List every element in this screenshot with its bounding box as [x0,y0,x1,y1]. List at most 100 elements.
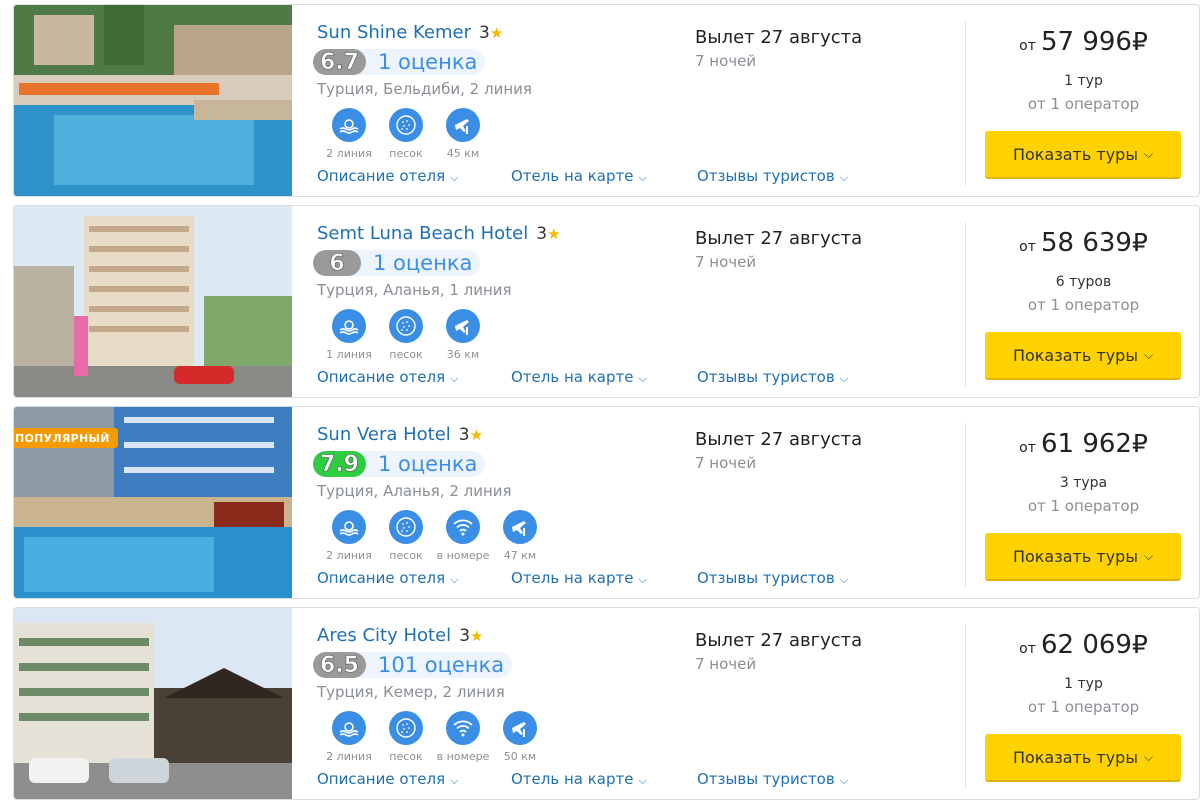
hotel-location: Турция, Аланья, 1 линия [317,281,512,299]
airport-distance-icon [503,510,537,544]
price-block: от 58 639₽ 6 туров от 1 оператор Показат… [965,222,1199,387]
amenity-label: 2 линия [326,147,372,160]
amenity-item: песок [378,108,434,160]
amenity-label: 47 км [503,549,537,562]
price: от 58 639₽ [1019,228,1148,258]
hotel-card: Semt Luna Beach Hotel 3★ 6 1 оценка Турци… [13,205,1200,398]
star-icon: ★ [470,627,484,645]
rating-pill[interactable]: 6.7 1 оценка [313,49,486,75]
amenity-label: в номере [436,549,490,562]
hotel-location: Турция, Бельдиби, 2 линия [317,80,532,98]
hotel-map-link[interactable]: Отель на карте ⌵ [511,368,647,386]
hotel-photo[interactable]: ПОПУЛЯРНЫЙ [14,407,292,598]
amenity-label: 45 км [446,147,480,160]
sand-icon [389,309,423,343]
chevron-down-icon: ⌵ [1143,749,1154,764]
beach-line-icon [332,309,366,343]
amenity-label: 36 км [446,348,480,361]
chevron-down-icon: ⌵ [1143,548,1154,563]
hotel-name[interactable]: Sun Shine Kemer 3★ [317,22,503,43]
nights-count: 7 ночей [695,253,757,271]
star-icon: ★ [547,225,561,243]
beach-line-icon [332,108,366,142]
chevron-down-icon: ⌵ [638,573,647,586]
price: от 57 996₽ [1019,27,1148,57]
show-tours-button[interactable]: Показать туры ⌵ [985,533,1181,581]
hotel-description-link[interactable]: Описание отеля ⌵ [317,167,458,185]
tourist-reviews-link[interactable]: Отзывы туристов ⌵ [697,167,848,185]
show-tours-button[interactable]: Показать туры ⌵ [985,131,1181,179]
chevron-down-icon: ⌵ [450,171,459,184]
price-block: от 61 962₽ 3 тура от 1 оператор Показать… [965,423,1199,588]
rating-pill[interactable]: 6 1 оценка [313,250,481,276]
show-tours-button[interactable]: Показать туры ⌵ [985,734,1181,782]
tourist-reviews-link[interactable]: Отзывы туристов ⌵ [697,770,848,788]
chevron-down-icon: ⌵ [450,774,459,787]
amenity-item: 2 линия [321,510,377,562]
hotel-photo[interactable] [14,608,292,799]
wifi-icon [446,711,480,745]
airport-distance-icon [446,108,480,142]
hotel-map-link[interactable]: Отель на карте ⌵ [511,770,647,788]
rating-score: 6.5 [313,652,366,678]
flight-info: Вылет 27 августа 7 ночей [695,228,862,271]
hotel-photo[interactable] [14,206,292,397]
amenity-label: песок [389,549,423,562]
hotel-name[interactable]: Sun Vera Hotel 3★ [317,424,483,445]
chevron-down-icon: ⌵ [638,774,647,787]
amenity-item: 50 км [492,711,548,763]
hotel-description-link[interactable]: Описание отеля ⌵ [317,368,458,386]
amenity-label: 1 линия [326,348,372,361]
show-tours-button[interactable]: Показать туры ⌵ [985,332,1181,380]
hotel-name[interactable]: Semt Luna Beach Hotel 3★ [317,223,561,244]
sand-icon [389,711,423,745]
chevron-down-icon: ⌵ [450,573,459,586]
amenity-item: 36 км [435,309,491,361]
amenity-label: песок [389,750,423,763]
amenity-label: песок [389,348,423,361]
hotel-description-link[interactable]: Описание отеля ⌵ [317,770,458,788]
hotel-stars: 3★ [479,23,504,43]
hotel-description-link[interactable]: Описание отеля ⌵ [317,569,458,587]
amenity-item: 45 км [435,108,491,160]
sand-icon [389,108,423,142]
amenity-item: 2 линия [321,108,377,160]
amenities-list: 2 линия песок в номере 47 км [321,510,549,562]
reviews-count: 101 оценка [377,653,505,677]
amenity-label: 2 линия [326,549,372,562]
reviews-count: 1 оценка [377,452,478,476]
chevron-down-icon: ⌵ [839,573,849,586]
operators-count: от 1 оператор [1027,296,1140,314]
airport-distance-icon [503,711,537,745]
amenity-item: песок [378,711,434,763]
amenities-list: 1 линия песок 36 км [321,309,492,361]
popular-badge: ПОПУЛЯРНЫЙ [14,428,118,448]
hotel-stars: 3★ [536,224,561,244]
amenity-label: в номере [436,750,490,763]
tours-count: 1 тур [1064,73,1103,89]
rating-score: 6 [313,250,361,276]
hotel-links: Описание отеля ⌵ Отель на карте ⌵ Отзывы т… [317,368,857,388]
nights-count: 7 ночей [695,52,757,70]
price-block: от 57 996₽ 1 тур от 1 оператор Показать … [965,21,1199,186]
amenity-item: в номере [435,510,491,562]
tours-count: 6 туров [1055,274,1112,290]
amenity-label: песок [389,147,423,160]
hotel-map-link[interactable]: Отель на карте ⌵ [511,569,647,587]
hotel-photo[interactable] [14,5,292,196]
hotel-results-list: Sun Shine Kemer 3★ 6.7 1 оценка Турция, Б… [0,0,1200,804]
chevron-down-icon: ⌵ [1143,347,1154,362]
rating-pill[interactable]: 6.5 101 оценка [313,652,513,678]
tourist-reviews-link[interactable]: Отзывы туристов ⌵ [697,569,848,587]
reviews-count: 1 оценка [377,50,478,74]
amenities-list: 2 линия песок 45 км [321,108,492,160]
hotel-name[interactable]: Ares City Hotel 3★ [317,625,483,646]
hotel-map-link[interactable]: Отель на карте ⌵ [511,167,647,185]
star-icon: ★ [489,24,504,42]
rating-pill[interactable]: 7.9 1 оценка [313,451,486,477]
beach-line-icon [332,711,366,745]
flight-info: Вылет 27 августа 7 ночей [695,630,862,673]
tours-count: 1 тур [1064,676,1103,692]
tourist-reviews-link[interactable]: Отзывы туристов ⌵ [697,368,848,386]
wifi-icon [446,510,480,544]
